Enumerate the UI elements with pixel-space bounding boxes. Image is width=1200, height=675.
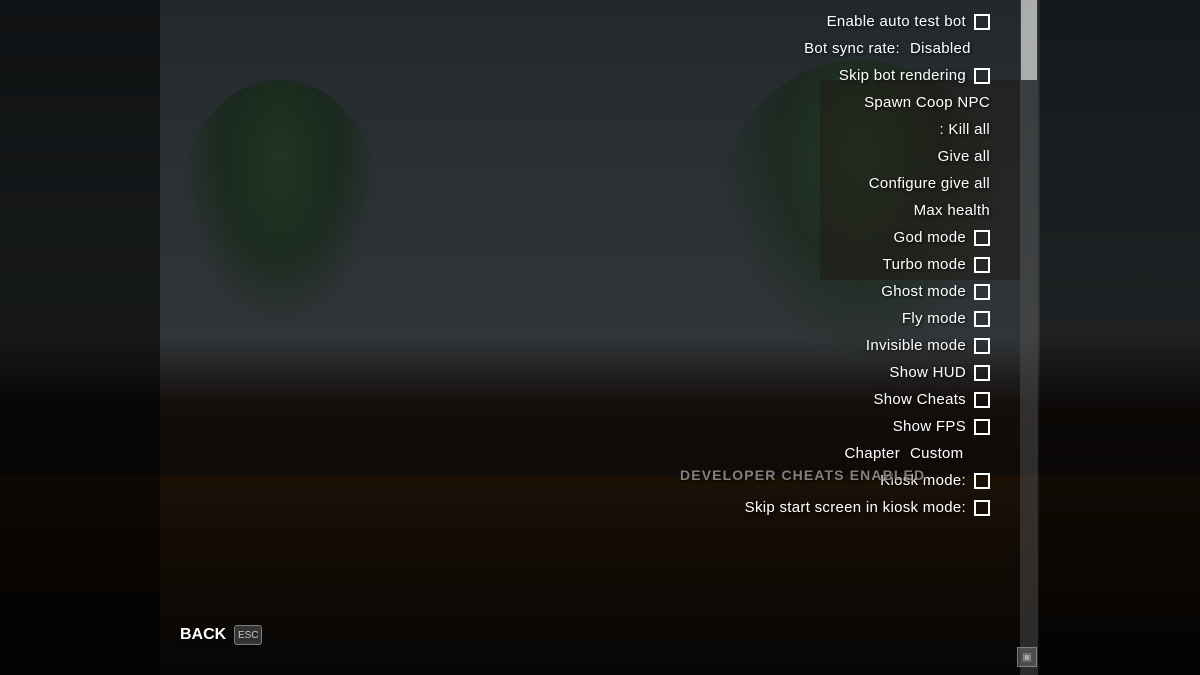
menu-item-max-health[interactable]: Max health bbox=[160, 197, 990, 224]
menu-item-give-all[interactable]: Give all bbox=[160, 143, 990, 170]
menu-item-show-hud[interactable]: Show HUD bbox=[160, 359, 990, 386]
menu-item-label-give-all: Give all bbox=[938, 148, 990, 165]
menu-item-label-max-health: Max health bbox=[914, 202, 990, 219]
menu-item-label-show-fps: Show FPS bbox=[893, 418, 966, 435]
menu-item-chapter[interactable]: Chapter Custom bbox=[160, 440, 990, 467]
menu-item-show-fps[interactable]: Show FPS bbox=[160, 413, 990, 440]
menu-item-configure-give-all[interactable]: Configure give all bbox=[160, 170, 990, 197]
checkbox-ghost-mode[interactable] bbox=[974, 284, 990, 300]
menu-item-spawn-coop-npc[interactable]: Spawn Coop NPC bbox=[160, 89, 990, 116]
checkbox-fly-mode[interactable] bbox=[974, 311, 990, 327]
checkbox-kiosk-mode[interactable] bbox=[974, 473, 990, 489]
menu-item-label-bot-sync-rate: Bot sync rate: bbox=[804, 40, 900, 57]
checkbox-show-fps[interactable] bbox=[974, 419, 990, 435]
scrollbar[interactable] bbox=[1020, 0, 1038, 675]
checkbox-enable-auto-test-bot[interactable] bbox=[974, 14, 990, 30]
value-chapter: Custom bbox=[910, 445, 990, 462]
menu-item-label-skip-bot-rendering: Skip bot rendering bbox=[839, 67, 966, 84]
checkbox-show-hud[interactable] bbox=[974, 365, 990, 381]
right-panel bbox=[1040, 0, 1200, 675]
menu-item-skip-bot-rendering[interactable]: Skip bot rendering bbox=[160, 62, 990, 89]
menu-item-kill-all[interactable]: : Kill all bbox=[160, 116, 990, 143]
menu-item-ghost-mode[interactable]: Ghost mode bbox=[160, 278, 990, 305]
menu-item-fly-mode[interactable]: Fly mode bbox=[160, 305, 990, 332]
menu-item-label-ghost-mode: Ghost mode bbox=[881, 283, 966, 300]
menu-item-turbo-mode[interactable]: Turbo mode bbox=[160, 251, 990, 278]
menu-item-skip-start-screen[interactable]: Skip start screen in kiosk mode: bbox=[160, 494, 990, 521]
menu-item-label-chapter: Chapter bbox=[845, 445, 900, 462]
back-label: BACK bbox=[180, 626, 226, 644]
menu-item-label-turbo-mode: Turbo mode bbox=[883, 256, 966, 273]
menu-container: Enable auto test bot Bot sync rate: Disabl… bbox=[160, 0, 1020, 675]
checkbox-skip-bot-rendering[interactable] bbox=[974, 68, 990, 84]
menu-item-label-god-mode: God mode bbox=[894, 229, 966, 246]
menu-item-god-mode[interactable]: God mode bbox=[160, 224, 990, 251]
back-key-badge: ESC bbox=[234, 625, 262, 645]
checkbox-turbo-mode[interactable] bbox=[974, 257, 990, 273]
value-bot-sync-rate: Disabled bbox=[910, 40, 990, 57]
menu-item-bot-sync-rate[interactable]: Bot sync rate: Disabled bbox=[160, 35, 990, 62]
menu-item-label-configure-give-all: Configure give all bbox=[869, 175, 990, 192]
menu-item-label-kill-all: : Kill all bbox=[939, 121, 990, 138]
menu-item-label-fly-mode: Fly mode bbox=[902, 310, 966, 327]
checkbox-invisible-mode[interactable] bbox=[974, 338, 990, 354]
back-button[interactable]: BACK ESC bbox=[180, 625, 262, 645]
menu-item-invisible-mode[interactable]: Invisible mode bbox=[160, 332, 990, 359]
menu-item-label-skip-start-screen: Skip start screen in kiosk mode: bbox=[745, 499, 966, 516]
dev-cheats-banner: DEVELOPER CHEATS ENABLED bbox=[680, 467, 925, 483]
menu-item-label-invisible-mode: Invisible mode bbox=[866, 337, 966, 354]
menu-item-label-show-cheats: Show Cheats bbox=[873, 391, 966, 408]
checkbox-skip-start-screen[interactable] bbox=[974, 500, 990, 516]
checkbox-show-cheats[interactable] bbox=[974, 392, 990, 408]
checkbox-god-mode[interactable] bbox=[974, 230, 990, 246]
left-panel bbox=[0, 0, 160, 675]
menu-item-label-show-hud: Show HUD bbox=[889, 364, 966, 381]
menu-item-enable-auto-test-bot[interactable]: Enable auto test bot bbox=[160, 8, 990, 35]
corner-icon: ▣ bbox=[1017, 647, 1037, 667]
menu-item-label-enable-auto-test-bot: Enable auto test bot bbox=[827, 13, 966, 30]
menu-item-label-spawn-coop-npc: Spawn Coop NPC bbox=[864, 94, 990, 111]
menu-item-show-cheats[interactable]: Show Cheats bbox=[160, 386, 990, 413]
scrollbar-thumb[interactable] bbox=[1021, 0, 1037, 80]
